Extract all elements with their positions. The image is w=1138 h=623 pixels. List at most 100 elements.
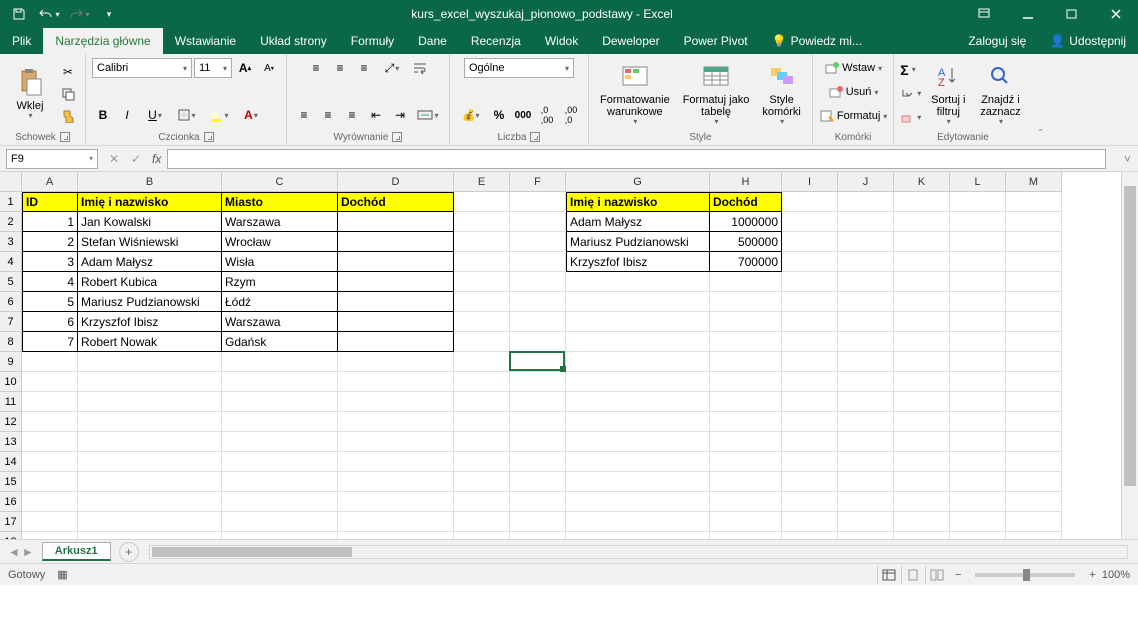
cell[interactable] <box>838 412 894 432</box>
cell[interactable] <box>78 412 222 432</box>
row-header-5[interactable]: 5 <box>0 272 22 292</box>
italic-button[interactable]: I <box>116 105 138 125</box>
cell[interactable] <box>338 312 454 332</box>
cell[interactable]: Łódź <box>222 292 338 312</box>
col-header-A[interactable]: A <box>22 172 78 192</box>
cell[interactable] <box>710 332 782 352</box>
cell[interactable] <box>894 432 950 452</box>
cell[interactable] <box>454 352 510 372</box>
cell[interactable] <box>454 532 510 539</box>
cell[interactable] <box>566 332 710 352</box>
tab-data[interactable]: Dane <box>406 28 459 54</box>
cell[interactable]: 7 <box>22 332 78 352</box>
cell[interactable] <box>454 452 510 472</box>
cell[interactable] <box>22 472 78 492</box>
cell[interactable] <box>454 292 510 312</box>
cell[interactable]: Adam Małysz <box>566 212 710 232</box>
alignment-launcher[interactable] <box>392 132 402 142</box>
cell[interactable] <box>78 532 222 539</box>
number-format-combo[interactable]: Ogólne▾ <box>464 58 574 78</box>
cell[interactable] <box>782 252 838 272</box>
cell[interactable] <box>710 432 782 452</box>
col-header-H[interactable]: H <box>710 172 782 192</box>
tab-file[interactable]: Plik <box>0 28 43 54</box>
cell[interactable] <box>710 292 782 312</box>
cell[interactable]: Imię i nazwisko <box>566 192 710 212</box>
cell[interactable] <box>78 352 222 372</box>
format-painter-button[interactable] <box>57 106 79 126</box>
cell[interactable] <box>782 452 838 472</box>
cell[interactable] <box>1006 432 1062 452</box>
cell[interactable] <box>1006 452 1062 472</box>
horizontal-scrollbar[interactable] <box>149 545 1128 559</box>
cell[interactable] <box>454 252 510 272</box>
cell[interactable] <box>222 412 338 432</box>
formula-bar[interactable] <box>167 149 1106 169</box>
cell[interactable] <box>22 492 78 512</box>
row-header-13[interactable]: 13 <box>0 432 22 452</box>
cell[interactable] <box>1006 512 1062 532</box>
cell[interactable] <box>222 372 338 392</box>
cell[interactable] <box>338 532 454 539</box>
cell[interactable] <box>338 452 454 472</box>
cell[interactable] <box>510 492 566 512</box>
cell[interactable] <box>566 372 710 392</box>
cell[interactable] <box>950 332 1006 352</box>
col-header-G[interactable]: G <box>566 172 710 192</box>
cell[interactable] <box>782 312 838 332</box>
cell[interactable] <box>1006 272 1062 292</box>
cell-grid[interactable]: IDImię i nazwiskoMiastoDochódImię i nazw… <box>22 192 1062 539</box>
cell[interactable] <box>510 432 566 452</box>
cell-styles-button[interactable]: Style komórki▾ <box>757 58 806 129</box>
col-header-L[interactable]: L <box>950 172 1006 192</box>
close-button[interactable] <box>1094 0 1138 28</box>
cell[interactable]: Miasto <box>222 192 338 212</box>
align-center-button[interactable]: ≡ <box>317 105 339 125</box>
font-color-button[interactable]: A▾ <box>236 105 266 125</box>
cell[interactable] <box>838 252 894 272</box>
cell[interactable] <box>78 432 222 452</box>
cell[interactable] <box>950 432 1006 452</box>
row-header-10[interactable]: 10 <box>0 372 22 392</box>
cell[interactable]: Jan Kowalski <box>78 212 222 232</box>
cell[interactable] <box>338 372 454 392</box>
cell[interactable] <box>510 252 566 272</box>
cell[interactable]: Warszawa <box>222 312 338 332</box>
cell[interactable]: Krzyszfof Ibisz <box>566 252 710 272</box>
cell[interactable] <box>710 472 782 492</box>
normal-view-button[interactable] <box>877 566 901 584</box>
cell[interactable] <box>454 272 510 292</box>
cell[interactable] <box>510 332 566 352</box>
cell[interactable] <box>710 352 782 372</box>
cell[interactable] <box>782 212 838 232</box>
cell[interactable] <box>838 472 894 492</box>
cell[interactable] <box>894 352 950 372</box>
cell[interactable] <box>838 352 894 372</box>
cell[interactable]: 2 <box>22 232 78 252</box>
tab-developer[interactable]: Deweloper <box>590 28 671 54</box>
row-header-7[interactable]: 7 <box>0 312 22 332</box>
cell[interactable] <box>510 412 566 432</box>
cell[interactable]: 500000 <box>710 232 782 252</box>
cell[interactable] <box>510 512 566 532</box>
page-layout-view-button[interactable] <box>901 566 925 584</box>
accounting-button[interactable]: 💰▾ <box>456 105 486 125</box>
cell[interactable]: 6 <box>22 312 78 332</box>
cell[interactable] <box>710 272 782 292</box>
cell[interactable]: Stefan Wiśniewski <box>78 232 222 252</box>
share-button[interactable]: 👤Udostępnij <box>1038 28 1138 54</box>
expand-formula-bar[interactable]: ˅ <box>1124 152 1138 166</box>
cell[interactable] <box>950 272 1006 292</box>
name-box[interactable]: F9▾ <box>6 149 98 169</box>
cell[interactable] <box>950 252 1006 272</box>
cell[interactable]: 1 <box>22 212 78 232</box>
cell[interactable] <box>782 472 838 492</box>
cell[interactable] <box>894 452 950 472</box>
cell[interactable] <box>710 312 782 332</box>
row-header-3[interactable]: 3 <box>0 232 22 252</box>
cell[interactable]: Gdańsk <box>222 332 338 352</box>
cell[interactable] <box>894 392 950 412</box>
cell[interactable] <box>782 392 838 412</box>
cell[interactable] <box>510 452 566 472</box>
cell[interactable]: Robert Kubica <box>78 272 222 292</box>
